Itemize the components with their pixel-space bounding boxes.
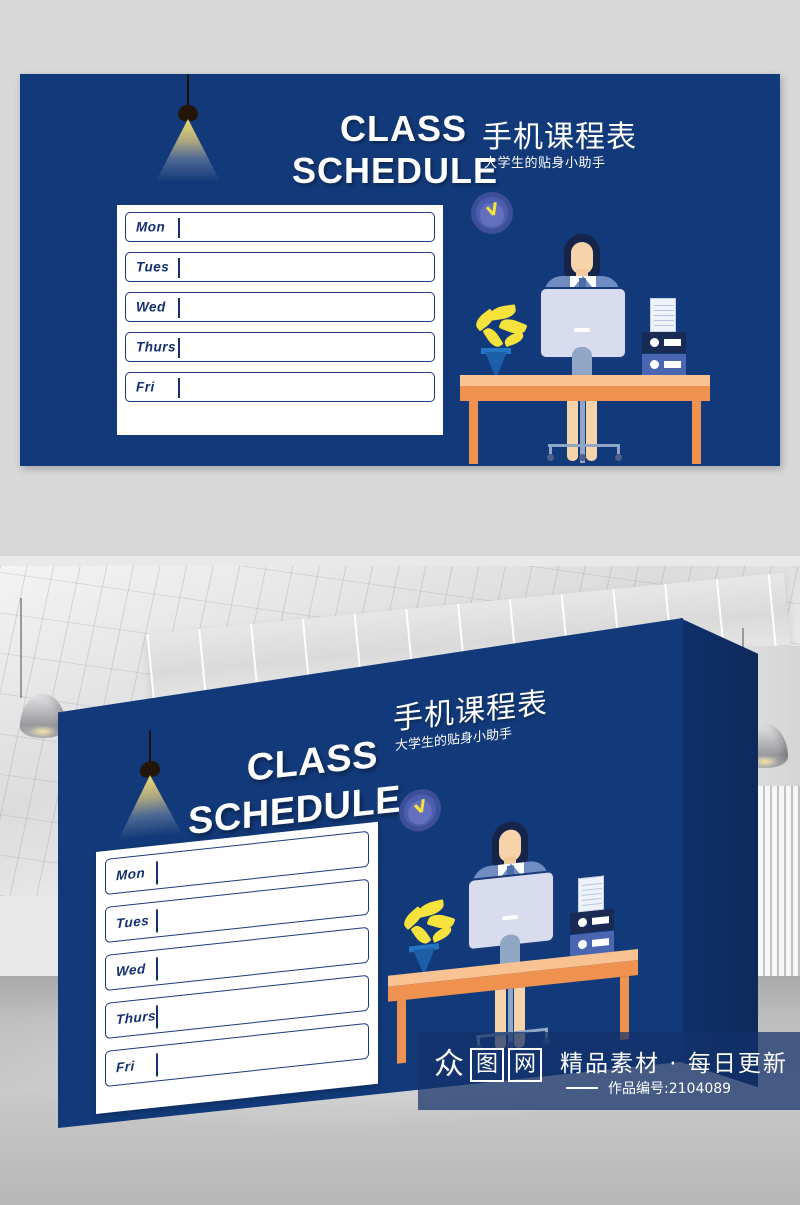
table-row[interactable]: Tues: [125, 252, 435, 282]
day-label: Thurs: [116, 1008, 157, 1028]
page-title-chinese: 手机课程表: [482, 120, 637, 155]
day-label: Tues: [116, 912, 150, 932]
text-caret: [178, 218, 180, 238]
day-label: Wed: [116, 961, 146, 980]
binder-blue: [642, 354, 686, 375]
text-caret: [178, 298, 180, 318]
title-line-schedule: SCHEDULE: [292, 150, 499, 191]
pendant-lamp-icon: [110, 726, 190, 735]
watermark-tagline: 精品素材 · 每日更新: [560, 1051, 788, 1077]
desk-leg-left: [469, 401, 478, 464]
table-row[interactable]: Wed: [125, 292, 435, 322]
watermark-work-id: 作品编号:2104089: [608, 1081, 732, 1097]
text-caret: [178, 338, 180, 358]
title-line-class: CLASS: [246, 733, 378, 790]
title-line-class: CLASS: [339, 108, 467, 149]
table-row[interactable]: Thurs: [125, 332, 435, 362]
text-caret: [156, 909, 158, 933]
text-caret: [156, 1005, 158, 1029]
chair-wheel: [579, 454, 586, 461]
watermark-logo-char: 众: [434, 1047, 464, 1082]
day-label: Mon: [116, 865, 146, 884]
desk-front: [460, 386, 710, 401]
chair-leg: [549, 444, 552, 454]
paper-document: [578, 875, 604, 913]
class-schedule-banner: CLASS SCHEDULE 手机课程表 大学生的贴身小助手 Mon Tues …: [20, 74, 780, 466]
text-caret: [178, 258, 180, 278]
lamp-light-cone: [156, 119, 220, 181]
plant-leaf: [502, 330, 526, 348]
chair-leg: [581, 444, 584, 454]
lamp-cord: [149, 730, 151, 765]
watermark-divider: [566, 1087, 598, 1089]
day-label: Mon: [136, 219, 166, 235]
desk-leg-right: [620, 975, 629, 1040]
schedule-panel: Mon Tues Wed Thurs Fri: [96, 821, 378, 1114]
table-row[interactable]: Fri: [125, 372, 435, 402]
plant-leaf: [482, 325, 504, 350]
desk-leg-right: [692, 401, 701, 464]
day-label: Fri: [116, 1058, 135, 1076]
lamp-bulb: [178, 105, 198, 121]
text-caret: [178, 378, 180, 398]
watermark-logo-char: 图: [470, 1048, 504, 1082]
table-row[interactable]: Mon: [125, 212, 435, 242]
monitor-logo-dot: [574, 328, 590, 332]
watermark-logo: 众 图 网: [432, 1048, 542, 1082]
plant-leaf: [410, 922, 432, 947]
day-label: Thurs: [136, 339, 177, 355]
lamp-cord: [187, 74, 189, 108]
day-label: Wed: [136, 299, 166, 315]
schedule-panel: Mon Tues Wed Thurs Fri: [117, 205, 443, 435]
text-caret: [156, 1053, 158, 1077]
chair-wheel: [547, 454, 554, 461]
person-leg-left: [567, 401, 578, 461]
desk-top: [460, 375, 710, 386]
office-illustration: [460, 192, 710, 464]
desk-leg-left: [397, 999, 406, 1064]
plant-leaf: [489, 304, 517, 321]
venue-mockup-section: CLASS SCHEDULE 手机课程表 大学生的贴身小助手 Mon Tues: [0, 556, 800, 1205]
page-title-english: CLASS SCHEDULE: [292, 108, 497, 192]
lamp-light-cone: [118, 772, 182, 841]
day-label: Fri: [136, 379, 155, 395]
chair-wheel: [615, 454, 622, 461]
chair-leg: [617, 444, 620, 454]
day-label: Tues: [136, 259, 170, 275]
watermark-overlay: 众 图 网 精品素材 · 每日更新 作品编号:2104089: [418, 1032, 800, 1110]
page-subtitle-chinese: 大学生的贴身小助手: [484, 156, 606, 171]
chair-base: [548, 444, 620, 447]
text-caret: [156, 861, 158, 885]
paper-document: [650, 298, 676, 332]
person-leg-right: [586, 401, 597, 461]
flat-preview-section: CLASS SCHEDULE 手机课程表 大学生的贴身小助手 Mon Tues …: [0, 0, 800, 556]
watermark-logo-char: 网: [508, 1048, 542, 1082]
office-illustration: [388, 766, 638, 1064]
plant-leaf: [430, 925, 454, 943]
text-caret: [156, 957, 158, 981]
binder-dark: [642, 332, 686, 353]
